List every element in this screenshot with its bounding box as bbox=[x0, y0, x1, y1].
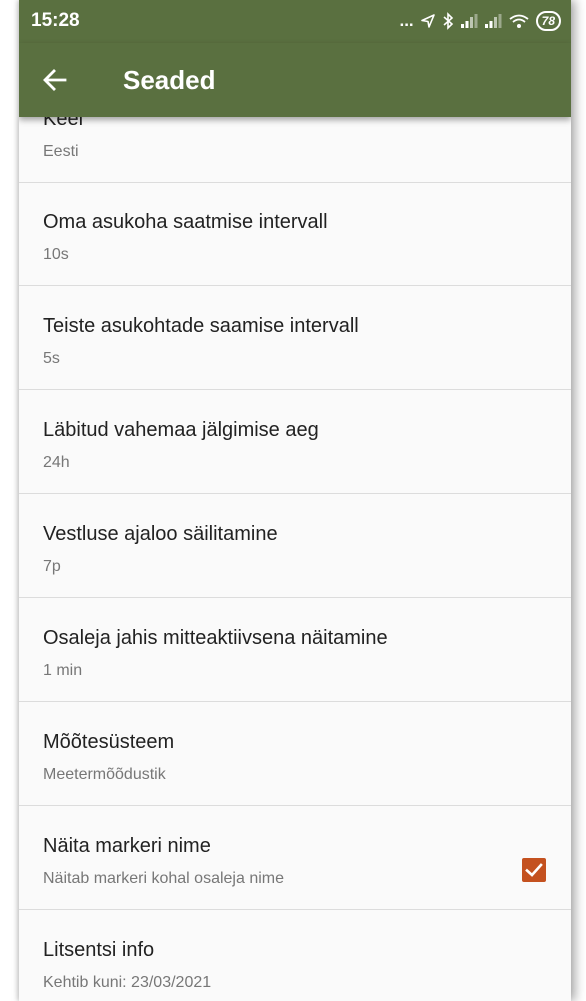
setting-title: Oma asukoha saatmise intervall bbox=[43, 211, 328, 233]
setting-title: Läbitud vahemaa jälgimise aeg bbox=[43, 419, 319, 441]
battery-icon: 78 bbox=[535, 11, 561, 31]
bluetooth-icon bbox=[443, 12, 453, 30]
setting-distance-tracking-time[interactable]: Läbitud vahemaa jälgimise aeg 24h bbox=[19, 391, 571, 494]
wifi-icon bbox=[509, 14, 529, 28]
setting-value: Meetermõõdustik bbox=[43, 766, 166, 783]
page-title: Seaded bbox=[123, 65, 216, 95]
status-icons: ... 78 bbox=[399, 8, 561, 34]
setting-title: Osaleja jahis mitteaktiivsena näitamine bbox=[43, 627, 388, 649]
setting-title: Litsentsi info bbox=[43, 939, 155, 961]
signal-2-icon bbox=[484, 14, 502, 28]
setting-title: Mõõtesüsteem bbox=[43, 731, 175, 753]
setting-title: Teiste asukohtade saamise intervall bbox=[43, 315, 359, 337]
notification-dots: ... bbox=[399, 11, 414, 30]
setting-value: 7p bbox=[43, 558, 61, 575]
setting-license-info[interactable]: Litsentsi info Kehtib kuni: 23/03/2021 bbox=[19, 911, 571, 1001]
phone-screen: Keel Eesti Oma asukoha saatmise interval… bbox=[19, 0, 571, 1001]
setting-value: 24h bbox=[43, 454, 70, 471]
setting-inactive-participant[interactable]: Osaleja jahis mitteaktiivsena näitamine … bbox=[19, 599, 571, 702]
setting-own-location-interval[interactable]: Oma asukoha saatmise intervall 10s bbox=[19, 183, 571, 286]
arrow-left-icon bbox=[43, 69, 67, 91]
location-arrow-icon bbox=[420, 14, 435, 28]
setting-value: 1 min bbox=[43, 662, 83, 679]
signal-1-icon bbox=[460, 14, 478, 28]
setting-show-marker-name[interactable]: Näita markeri nime Näitab markeri kohal … bbox=[19, 807, 571, 910]
app-toolbar: Seaded bbox=[19, 43, 571, 117]
setting-measurement-system[interactable]: Mõõtesüsteem Meetermõõdustik bbox=[19, 703, 571, 806]
checkmark-icon bbox=[525, 863, 543, 877]
setting-others-location-interval[interactable]: Teiste asukohtade saamise intervall 5s bbox=[19, 287, 571, 390]
setting-value: Kehtib kuni: 23/03/2021 bbox=[43, 974, 212, 991]
setting-title: Vestluse ajaloo säilitamine bbox=[43, 523, 278, 545]
setting-value: Näitab markeri kohal osaleja nime bbox=[43, 870, 284, 887]
setting-title: Näita markeri nime bbox=[43, 835, 211, 857]
status-bar: 15:28 ... 78 bbox=[19, 0, 571, 43]
setting-chat-history[interactable]: Vestluse ajaloo säilitamine 7p bbox=[19, 495, 571, 598]
show-marker-name-checkbox[interactable] bbox=[522, 858, 546, 882]
setting-value: 5s bbox=[43, 350, 60, 367]
setting-value: 10s bbox=[43, 246, 69, 263]
back-button[interactable] bbox=[37, 62, 73, 98]
setting-value: Eesti bbox=[43, 143, 79, 160]
status-time: 15:28 bbox=[31, 10, 80, 31]
